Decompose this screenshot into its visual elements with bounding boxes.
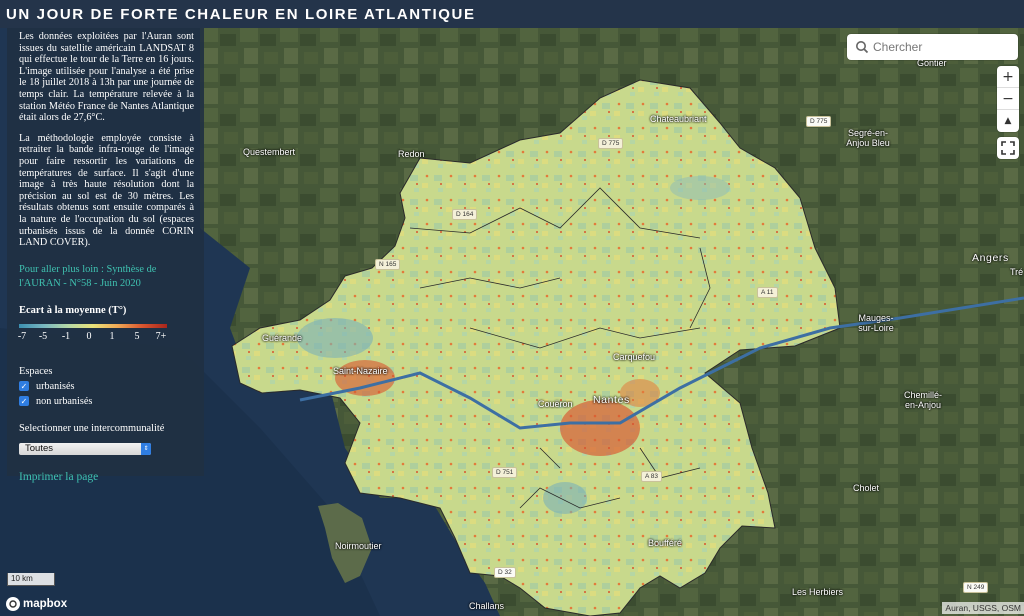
zoom-in-button[interactable]: + [997,66,1019,88]
search-input[interactable] [873,40,1013,54]
search-box[interactable] [847,34,1018,60]
interco-select[interactable]: Toutes ⇕ [19,442,151,455]
cool-zone-north [670,176,730,200]
zoom-out-button[interactable]: − [997,88,1019,110]
select-arrows-icon: ⇕ [141,442,151,455]
place-tre: Tré [1010,267,1024,277]
further-reading-link[interactable]: Pour aller plus loin : Synthèse de l'AUR… [19,263,194,291]
zoom-controls: + − ▲ [997,66,1019,132]
place-chateaubriant: Chateaubriant [650,114,707,124]
compass-button[interactable]: ▲ [997,110,1019,132]
road-n249: N 249 [963,582,989,593]
description-paragraph-1: Les données exploitées par l'Auran sont … [19,31,194,124]
road-n165: N 165 [375,259,401,270]
legend-title: Ecart à la moyenne (T°) [19,304,127,316]
legend-tick: -5 [38,330,48,342]
place-redon: Redon [398,149,425,159]
place-coueron: Couëron [538,399,573,409]
legend-tick: -1 [61,330,71,342]
checkbox-urban-row[interactable]: ✓ urbanisés [19,381,194,392]
place-questembert: Questembert [243,147,296,157]
interco-title: Selectionner une intercommunalité [19,422,165,434]
fullscreen-button[interactable] [997,137,1019,159]
checkbox-urban[interactable]: ✓ [19,381,29,392]
legend-color-bar [19,323,167,328]
mapbox-icon [6,597,20,611]
place-carquefou: Carquefou [613,352,656,362]
place-bouffere: Boufféré [648,538,682,548]
place-segre: Segré-en- Anjou Bleu [846,128,890,148]
cool-zone-brière [297,318,373,358]
spaces-title: Espaces [19,365,53,377]
mapbox-wordmark: mapbox [23,598,68,610]
legend-tick: 7+ [155,330,167,342]
road-a11: A 11 [757,287,778,298]
road-a83: A 83 [641,471,663,482]
legend-tick: -7 [17,330,27,342]
cool-zone-lac-grandlieu [543,482,587,514]
interco-select-value: Toutes [25,443,53,455]
fullscreen-icon [1001,141,1015,155]
checkbox-urban-label: urbanisés [36,380,75,392]
search-icon [856,41,869,54]
print-link[interactable]: Imprimer la page [19,471,194,483]
place-guerande: Guérande [262,333,303,343]
legend-tick: 0 [86,330,92,342]
info-panel: Les données exploitées par l'Auran sont … [7,28,204,483]
attribution[interactable]: Auran, USGS, OSM [942,602,1024,614]
checkbox-nonurban[interactable]: ✓ [19,396,29,407]
description-paragraph-2: La méthodologie employée consiste à retr… [19,132,194,249]
legend-tick: 5 [134,330,140,342]
checkbox-nonurban-row[interactable]: ✓ non urbanisés [19,396,194,407]
road-d32: D 32 [494,567,516,578]
header-bar: UN JOUR DE FORTE CHALEUR EN LOIRE ATLANT… [0,0,1024,28]
place-les-herbiers: Les Herbiers [792,587,844,597]
place-mauges: Mauges- sur-Loire [858,313,894,333]
road-d775: D 775 [598,138,624,149]
legend-tick: 1 [109,330,115,342]
place-noirmoutier: Noirmoutier [335,541,382,551]
scale-bar: 10 km [7,573,55,586]
road-d775-east: D 775 [806,116,832,127]
place-cholet: Cholet [853,483,880,493]
legend-ticks: -7 -5 -1 0 1 5 7+ [17,330,179,345]
place-angers: Angers [972,252,1009,264]
checkbox-nonurban-label: non urbanisés [36,395,93,407]
road-d164: D 164 [452,209,478,220]
road-d751: D 751 [492,467,518,478]
place-chemille: Chemillé- en-Anjou [903,390,943,410]
place-challans: Challans [469,601,505,611]
page-title: UN JOUR DE FORTE CHALEUR EN LOIRE ATLANT… [6,5,476,23]
mapbox-logo[interactable]: mapbox [6,597,67,611]
place-saint-nazaire: Saint-Nazaire [333,366,388,376]
place-nantes: Nantes [593,394,630,406]
